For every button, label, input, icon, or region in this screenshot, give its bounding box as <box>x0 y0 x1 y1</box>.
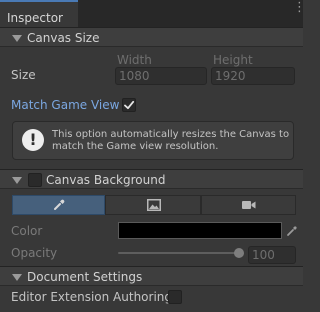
width-label: Width <box>117 53 152 67</box>
help-text: This option automatically resizes the Ca… <box>52 129 290 152</box>
editor-extension-authoring-label: Editor Extension Authoring <box>11 290 173 304</box>
opacity-value: 100 <box>252 248 275 262</box>
height-value: 1920 <box>215 69 246 83</box>
width-value: 1080 <box>119 69 150 83</box>
inspector-tab-bar: Inspector ⋮ <box>0 0 306 27</box>
color-field[interactable] <box>118 222 282 239</box>
tab-inspector[interactable]: Inspector <box>0 0 78 27</box>
background-mode-color-button[interactable] <box>12 195 105 215</box>
background-mode-camera-button[interactable] <box>201 195 296 215</box>
color-label: Color <box>11 224 43 238</box>
size-label: Size <box>11 68 36 82</box>
section-title-canvas-size: Canvas Size <box>27 31 100 45</box>
foldout-caret-icon <box>12 274 22 281</box>
eyedropper-icon[interactable] <box>286 225 298 237</box>
help-box: ! This option automatically resizes the … <box>12 121 294 160</box>
canvas-background-toggle[interactable] <box>28 173 42 187</box>
image-icon <box>147 199 161 211</box>
height-label: Height <box>213 53 253 67</box>
section-title-document-settings: Document Settings <box>27 270 143 284</box>
editor-extension-authoring-checkbox[interactable] <box>168 290 182 304</box>
section-header-canvas-background[interactable]: Canvas Background <box>0 169 303 189</box>
eyedropper-icon <box>54 199 65 210</box>
info-exclamation-icon: ! <box>22 129 44 151</box>
opacity-slider-track[interactable] <box>118 252 242 254</box>
panel-menu-icon[interactable]: ⋮ <box>293 1 306 21</box>
match-game-view-checkbox[interactable] <box>122 98 136 112</box>
foldout-caret-icon <box>12 177 22 184</box>
checkmark-icon <box>124 100 135 110</box>
background-mode-image-button[interactable] <box>105 195 201 215</box>
height-field[interactable]: 1920 <box>211 67 295 85</box>
match-game-view-label: Match Game View <box>11 98 120 112</box>
camera-icon <box>242 201 256 209</box>
section-title-canvas-background: Canvas Background <box>46 173 166 187</box>
opacity-slider-knob[interactable] <box>234 248 244 258</box>
section-header-document-settings[interactable]: Document Settings <box>0 266 303 286</box>
section-header-canvas-size[interactable]: Canvas Size <box>0 27 303 47</box>
width-field[interactable]: 1080 <box>115 67 207 85</box>
opacity-label: Opacity <box>11 246 58 260</box>
opacity-field[interactable]: 100 <box>248 246 296 264</box>
tab-inspector-label: Inspector <box>7 11 63 25</box>
foldout-caret-icon <box>12 35 22 42</box>
